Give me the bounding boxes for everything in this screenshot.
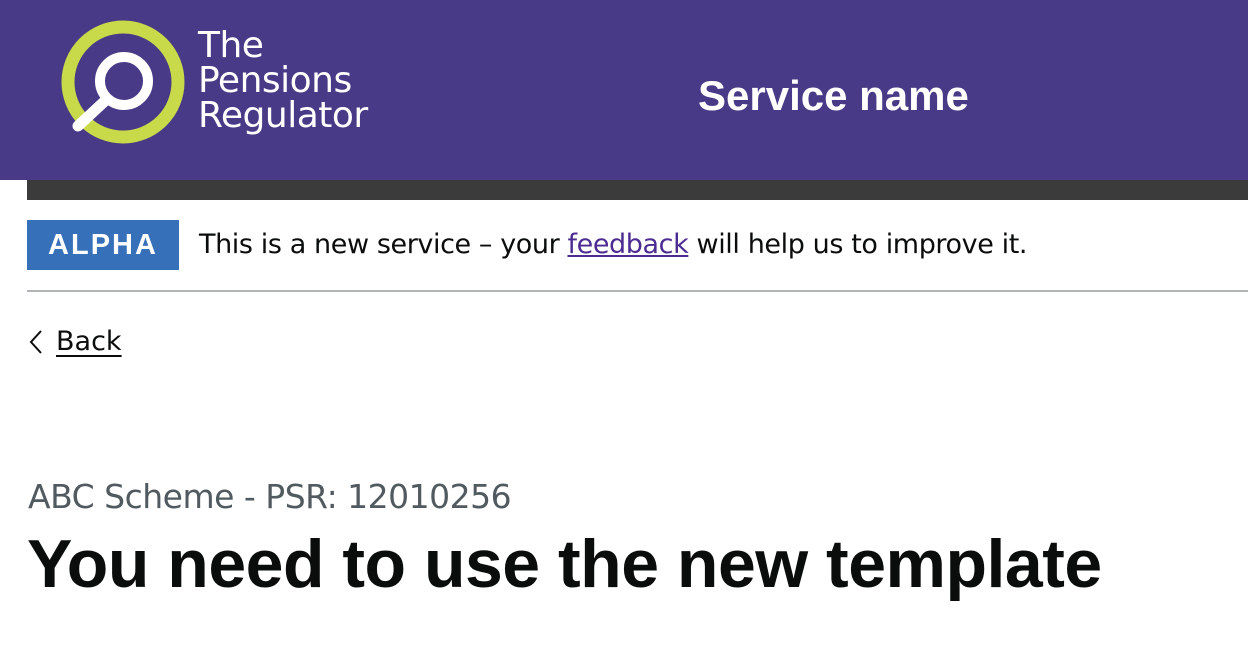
scheme-caption: ABC Scheme - PSR: 12010256 [28,477,512,516]
back-link[interactable]: Back [28,322,122,362]
pensions-regulator-logo[interactable]: The Pensions Regulator [60,20,400,144]
logo-line-regulator: Regulator [198,95,368,136]
logo-wordmark: The Pensions Regulator [198,25,408,136]
header-underline-bar [27,180,1248,200]
back-link-label: Back [56,326,122,357]
phase-tag: ALPHA [27,220,179,270]
phase-text-before: This is a new service – your [199,229,568,260]
phase-banner: ALPHA This is a new service – your feedb… [27,200,1248,292]
logo-line-the: The [198,25,264,66]
site-header: The Pensions Regulator Service name [0,0,1248,180]
phase-text-after: will help us to improve it. [688,229,1028,260]
service-name-link[interactable]: Service name [698,70,969,122]
logo-line-pensions: Pensions [198,60,352,101]
page-title: You need to use the new template [27,526,1102,602]
phase-banner-text: This is a new service – your feedback wi… [199,225,1028,265]
feedback-link[interactable]: feedback [568,229,689,260]
magnifier-logo-icon [61,20,185,144]
chevron-left-icon [29,330,42,354]
